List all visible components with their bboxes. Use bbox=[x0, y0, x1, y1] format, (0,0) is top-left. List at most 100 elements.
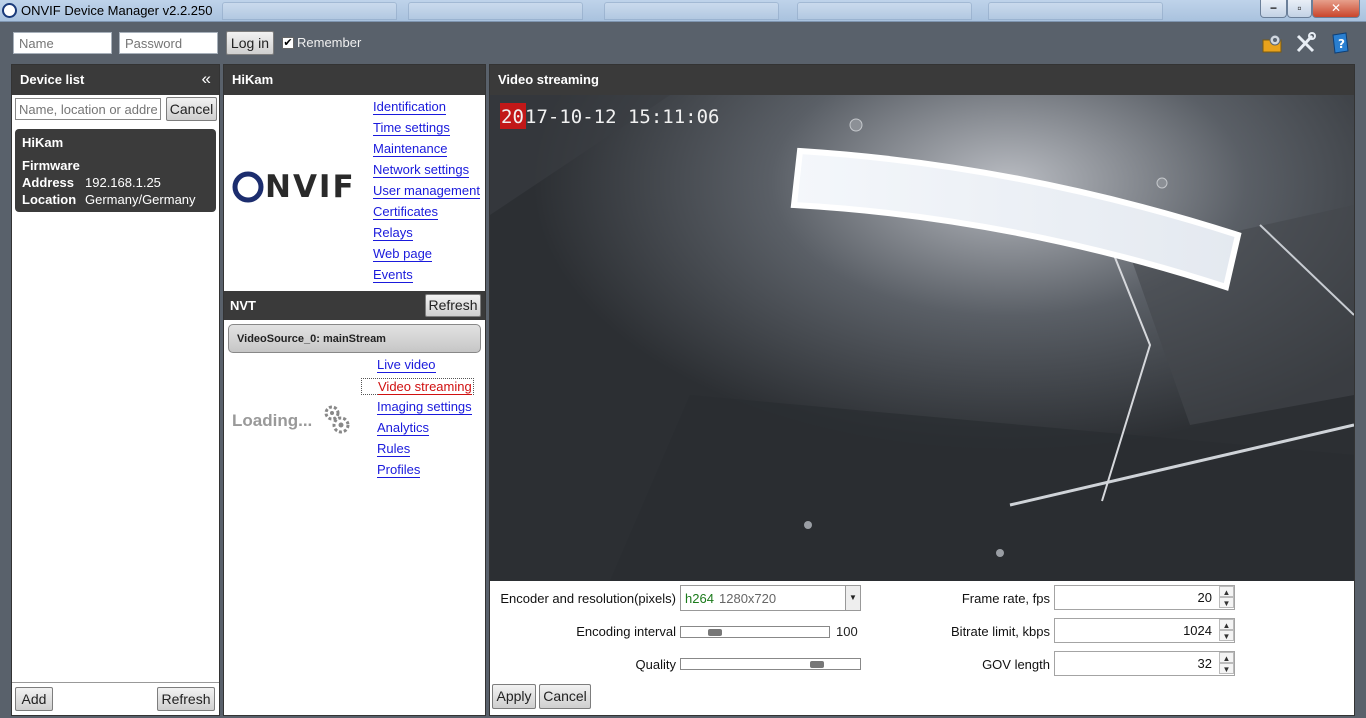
device-panel-title: HiKam bbox=[232, 72, 274, 87]
link-time-settings[interactable]: Time settings bbox=[373, 120, 450, 136]
gov-length-label: GOV length bbox=[982, 657, 1050, 672]
spin-down-icon[interactable]: ▼ bbox=[1219, 597, 1234, 608]
encoding-interval-slider[interactable] bbox=[680, 626, 830, 638]
spin-up-icon[interactable]: ▲ bbox=[1219, 586, 1234, 597]
link-events[interactable]: Events bbox=[373, 267, 413, 283]
link-network-settings[interactable]: Network settings bbox=[373, 162, 470, 178]
encoder-codec: h264 bbox=[685, 591, 714, 606]
spin-down-icon[interactable]: ▼ bbox=[1219, 663, 1234, 674]
frame-rate-input[interactable]: 20 bbox=[1054, 585, 1235, 610]
link-imaging-settings[interactable]: Imaging settings bbox=[377, 399, 472, 415]
background-window-tab bbox=[604, 2, 779, 20]
encoding-interval-label: Encoding interval bbox=[576, 624, 676, 639]
window-title: ONVIF Device Manager v2.2.250 bbox=[21, 3, 213, 18]
close-button[interactable]: ✕ bbox=[1312, 0, 1360, 18]
cancel-button[interactable]: Cancel bbox=[539, 684, 591, 709]
device-links: Identification Time settings Maintenance… bbox=[373, 99, 480, 288]
spin-up-icon[interactable]: ▲ bbox=[1219, 652, 1234, 663]
gov-length-spinner[interactable]: ▲ ▼ bbox=[1219, 652, 1234, 674]
encoder-label: Encoder and resolution(pixels) bbox=[500, 591, 676, 606]
password-input[interactable] bbox=[119, 32, 218, 54]
loading-gears-icon bbox=[324, 405, 350, 434]
background-window-tab bbox=[988, 2, 1163, 20]
background-window-tab bbox=[222, 2, 397, 20]
background-window-tab bbox=[408, 2, 583, 20]
bitrate-label: Bitrate limit, kbps bbox=[951, 624, 1050, 639]
video-source-header[interactable]: VideoSource_0: mainStream bbox=[228, 324, 481, 353]
maximize-button[interactable]: ▫ bbox=[1287, 0, 1312, 18]
nvt-title: NVT bbox=[230, 298, 256, 313]
address-label: Address bbox=[22, 175, 75, 190]
device-card[interactable]: HiKam Firmware Address 192.168.1.25 Loca… bbox=[15, 129, 216, 212]
device-name: HiKam bbox=[22, 135, 64, 150]
device-panel-header: HiKam bbox=[224, 65, 485, 95]
onvif-logo-text: NVIF bbox=[265, 169, 356, 205]
search-cancel-button[interactable]: Cancel bbox=[166, 97, 217, 121]
device-list-title: Device list bbox=[20, 72, 85, 87]
video-source-label: VideoSource_0: mainStream bbox=[237, 333, 386, 345]
login-button[interactable]: Log in bbox=[226, 31, 274, 55]
link-identification[interactable]: Identification bbox=[373, 99, 446, 115]
quality-slider[interactable] bbox=[680, 658, 861, 670]
nvt-refresh-button[interactable]: Refresh bbox=[425, 294, 481, 317]
link-user-management[interactable]: User management bbox=[373, 183, 480, 199]
video-frame[interactable]: 20 17-10-12 15:11:06 bbox=[490, 95, 1354, 581]
background-window-tab bbox=[797, 2, 972, 20]
quality-label: Quality bbox=[635, 657, 676, 672]
video-panel-title: Video streaming bbox=[498, 72, 599, 87]
link-maintenance[interactable]: Maintenance bbox=[373, 141, 448, 157]
remember-label: Remember bbox=[297, 35, 362, 50]
svg-text:?: ? bbox=[1338, 37, 1345, 51]
onvif-logo: NVIF bbox=[232, 169, 354, 205]
device-search-input[interactable] bbox=[15, 98, 161, 120]
osd-prefix: 20 bbox=[501, 106, 524, 128]
frame-rate-label: Frame rate, fps bbox=[961, 591, 1050, 606]
spin-down-icon[interactable]: ▼ bbox=[1219, 630, 1234, 641]
device-list-panel: Device list « Cancel HiKam Firmware Addr… bbox=[11, 64, 220, 716]
location-value: Germany/Germany bbox=[85, 192, 196, 207]
encoder-resolution: 1280x720 bbox=[719, 591, 777, 606]
bitrate-input[interactable]: 1024 bbox=[1054, 618, 1235, 643]
link-certificates[interactable]: Certificates bbox=[373, 204, 439, 220]
link-live-video[interactable]: Live video bbox=[377, 357, 436, 373]
frame-rate-spinner[interactable]: ▲ ▼ bbox=[1219, 586, 1234, 608]
link-video-streaming[interactable]: Video streaming bbox=[378, 379, 472, 395]
add-device-button[interactable]: Add bbox=[15, 687, 53, 711]
title-bar: ONVIF Device Manager v2.2.250 − ▫ ✕ bbox=[0, 0, 1366, 22]
source-links: Live video Video streaming Imaging setti… bbox=[361, 357, 474, 483]
video-panel-header: Video streaming bbox=[490, 65, 1354, 95]
remember-checkbox[interactable]: ✔ bbox=[282, 37, 294, 49]
refresh-devices-button[interactable]: Refresh bbox=[157, 687, 215, 711]
apply-button[interactable]: Apply bbox=[492, 684, 536, 709]
link-relays[interactable]: Relays bbox=[373, 225, 413, 241]
slider-thumb[interactable] bbox=[810, 661, 824, 668]
spin-up-icon[interactable]: ▲ bbox=[1219, 619, 1234, 630]
tools-icon[interactable] bbox=[1295, 32, 1317, 54]
minimize-button[interactable]: − bbox=[1260, 0, 1287, 18]
link-analytics[interactable]: Analytics bbox=[377, 420, 430, 436]
gov-length-input[interactable]: 32 bbox=[1054, 651, 1235, 676]
onvif-logo-ring-icon bbox=[232, 171, 264, 203]
encoder-select[interactable]: h264 1280x720 ▼ bbox=[680, 585, 861, 611]
device-panel: HiKam NVIF Identification Time settings … bbox=[223, 64, 486, 716]
link-web-page[interactable]: Web page bbox=[373, 246, 433, 262]
address-value: 192.168.1.25 bbox=[85, 175, 161, 190]
divider bbox=[12, 682, 219, 683]
loading-text: Loading... bbox=[232, 411, 313, 430]
link-rules[interactable]: Rules bbox=[377, 441, 411, 457]
encoding-interval-value: 100 bbox=[836, 624, 858, 639]
settings-gear-icon[interactable] bbox=[1261, 32, 1283, 54]
chevron-down-icon[interactable]: ▼ bbox=[845, 586, 860, 610]
link-profiles[interactable]: Profiles bbox=[377, 462, 421, 478]
slider-thumb[interactable] bbox=[708, 629, 722, 636]
firmware-label: Firmware bbox=[22, 158, 80, 173]
device-list-header: Device list « bbox=[12, 65, 219, 95]
video-streaming-panel: Video streaming 20 17-10-12 15:11:06 Enc… bbox=[489, 64, 1355, 716]
help-book-icon[interactable]: ? bbox=[1329, 32, 1351, 54]
onvif-app-icon bbox=[2, 3, 17, 18]
location-label: Location bbox=[22, 192, 77, 207]
name-input[interactable] bbox=[13, 32, 112, 54]
collapse-icon[interactable]: « bbox=[202, 69, 211, 89]
osd-timestamp: 17-10-12 15:11:06 bbox=[525, 106, 719, 128]
bitrate-spinner[interactable]: ▲ ▼ bbox=[1219, 619, 1234, 641]
